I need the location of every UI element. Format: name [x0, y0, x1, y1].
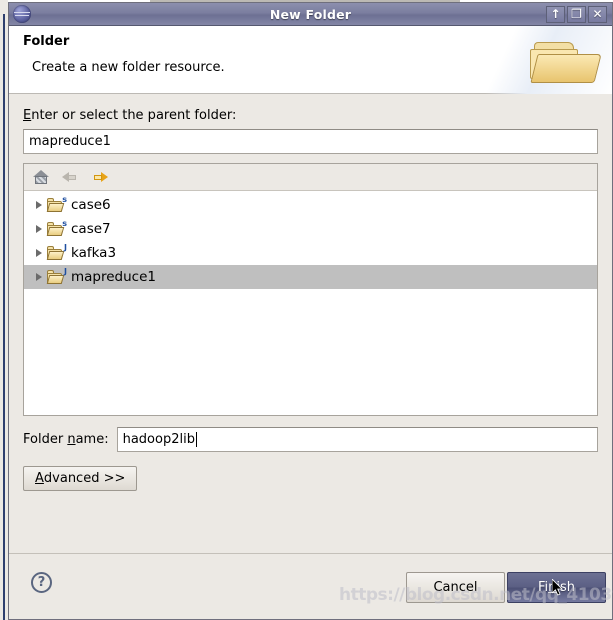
- folder-tree-list: s case6 s case7 J kafka3 J mapreduce1: [24, 191, 597, 415]
- folder-name-row: Folder name: hadoop2lib: [23, 427, 598, 452]
- tree-item-case7[interactable]: s case7: [24, 217, 597, 241]
- tree-item-case6[interactable]: s case6: [24, 193, 597, 217]
- folder-name-label: Folder name:: [23, 432, 109, 447]
- forward-arrow-icon[interactable]: [92, 168, 110, 186]
- tree-item-label: mapreduce1: [71, 269, 156, 285]
- advanced-row: Advanced >>: [23, 466, 598, 491]
- globe-icon: [13, 5, 31, 23]
- minimize-icon[interactable]: ↑: [546, 5, 565, 23]
- folder-name-input[interactable]: hadoop2lib: [116, 427, 598, 452]
- advanced-button-mnemonic: A: [35, 471, 44, 486]
- folder-name-label-mnemonic: n: [67, 432, 76, 447]
- project-folder-icon: J: [46, 243, 67, 261]
- text-caret: [195, 432, 197, 447]
- open-folder-icon: [528, 40, 602, 88]
- window-controls: ↑ ❐ ✕: [546, 5, 612, 23]
- expand-arrow-icon[interactable]: [32, 273, 46, 281]
- background-stripe: [3, 14, 5, 620]
- home-icon[interactable]: [32, 168, 50, 186]
- close-icon[interactable]: ✕: [588, 5, 607, 23]
- maximize-icon[interactable]: ❐: [567, 5, 586, 23]
- window-title: New Folder: [269, 6, 352, 22]
- parent-folder-value: mapreduce1: [29, 134, 111, 149]
- expand-arrow-icon[interactable]: [32, 201, 46, 209]
- footer-buttons: Cancel Finish: [406, 572, 606, 603]
- parent-folder-label: Enter or select the parent folder:: [23, 108, 598, 123]
- new-folder-dialog: New Folder ↑ ❐ ✕ Folder Create a new fol…: [8, 2, 613, 620]
- help-icon[interactable]: ?: [31, 572, 52, 593]
- dialog-banner: Folder Create a new folder resource.: [9, 26, 612, 94]
- tree-item-mapreduce1[interactable]: J mapreduce1: [24, 265, 597, 289]
- tree-item-kafka3[interactable]: J kafka3: [24, 241, 597, 265]
- parent-folder-label-mnemonic: E: [23, 108, 32, 123]
- project-folder-icon: J: [46, 267, 67, 285]
- project-badge: s: [62, 195, 67, 204]
- folder-name-label-prefix: Folder: [23, 432, 68, 447]
- folder-name-label-rest: ame:: [75, 432, 109, 447]
- parent-folder-input[interactable]: mapreduce1: [23, 129, 598, 154]
- folder-tree-panel: s case6 s case7 J kafka3 J mapreduce1: [23, 163, 598, 416]
- mouse-cursor: [552, 579, 563, 596]
- project-badge: J: [64, 267, 67, 276]
- project-folder-icon: s: [46, 219, 67, 237]
- expand-arrow-icon[interactable]: [32, 249, 46, 257]
- expand-arrow-icon[interactable]: [32, 225, 46, 233]
- banner-title: Folder: [23, 34, 70, 49]
- dialog-body: Enter or select the parent folder: mapre…: [9, 94, 613, 619]
- dialog-footer: ? Cancel Finish https://blog.csdn.net/qq…: [9, 553, 613, 619]
- tree-item-label: case6: [71, 197, 111, 213]
- project-badge: J: [64, 243, 67, 252]
- finish-label-prefix: Fi: [537, 580, 549, 595]
- folder-name-value: hadoop2lib: [122, 432, 195, 447]
- title-bar[interactable]: New Folder ↑ ❐ ✕: [9, 3, 612, 26]
- back-arrow-icon: [62, 168, 80, 186]
- tree-toolbar: [24, 164, 597, 191]
- advanced-button-label: dvanced >>: [43, 471, 126, 486]
- project-folder-icon: s: [46, 195, 67, 213]
- cancel-button[interactable]: Cancel: [406, 572, 505, 603]
- tree-item-label: kafka3: [71, 245, 117, 261]
- desktop-background-left: [0, 0, 8, 620]
- banner-description: Create a new folder resource.: [32, 60, 225, 75]
- tree-item-label: case7: [71, 221, 111, 237]
- advanced-button[interactable]: Advanced >>: [23, 466, 138, 491]
- project-badge: s: [62, 219, 67, 228]
- parent-folder-label-text: nter or select the parent folder:: [31, 108, 237, 123]
